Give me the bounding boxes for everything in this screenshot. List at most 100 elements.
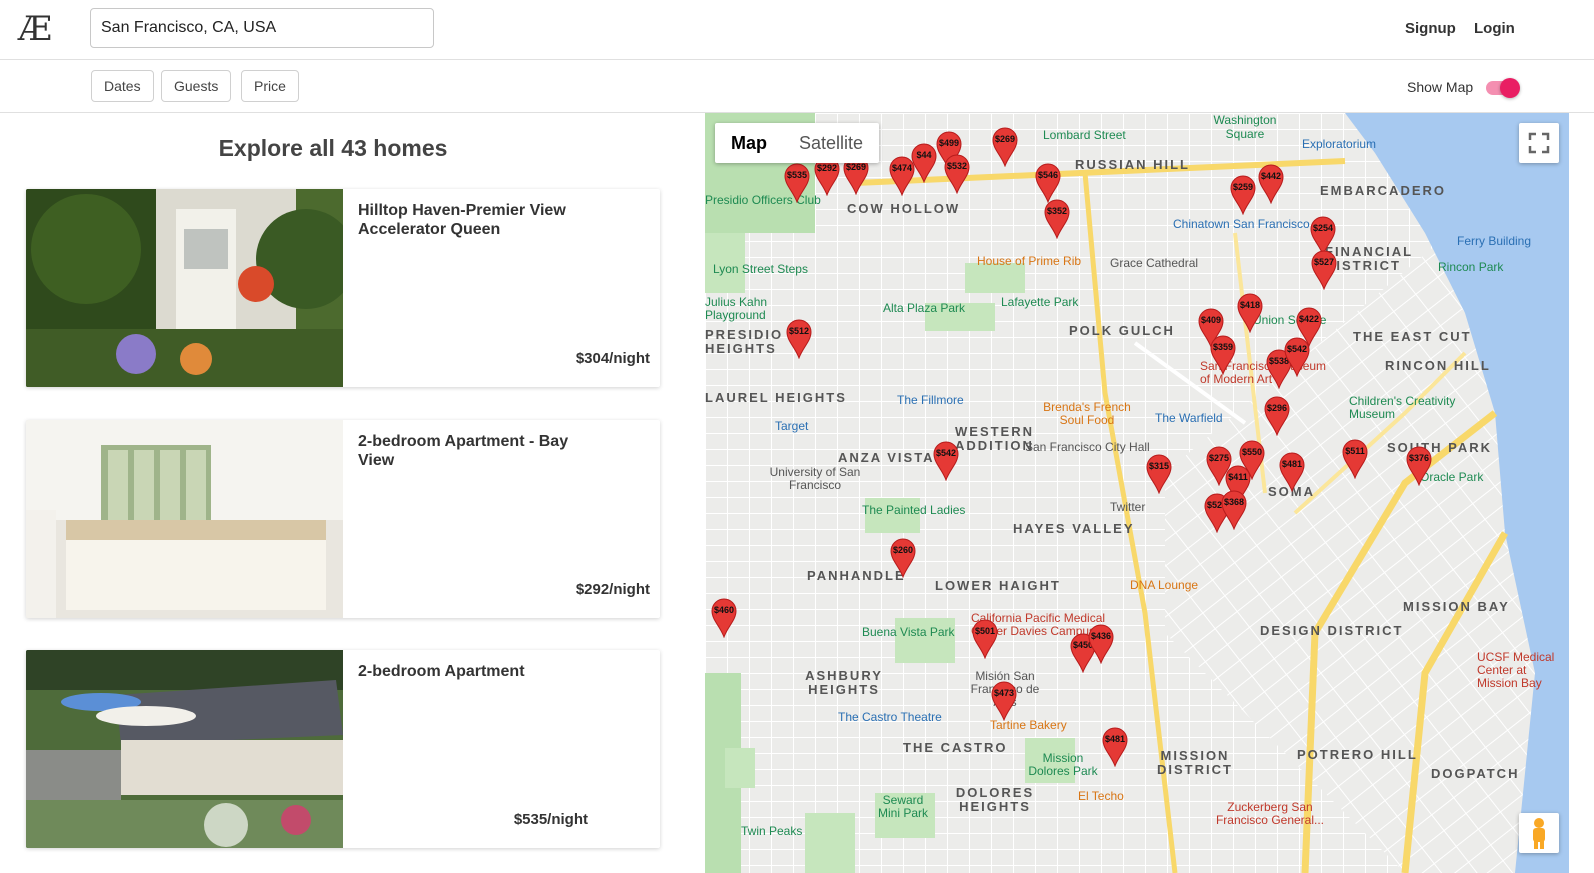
price-marker[interactable]: $315 [1145,454,1173,494]
map-pin-icon [1311,250,1337,290]
price-marker[interactable]: $352 [1043,199,1071,239]
price-marker[interactable]: $296 [1263,396,1291,436]
map-pin-icon [1230,175,1256,215]
price-marker[interactable]: $542 [1283,337,1311,377]
map-pin-icon [991,681,1017,721]
price-marker-label: $254 [1312,223,1334,233]
map-type-control: Map Satellite [715,123,880,163]
price-marker[interactable]: $460 [710,598,738,638]
price-marker-label: $542 [935,448,957,458]
price-marker-label: $352 [1046,206,1068,216]
price-marker-label: $275 [1208,453,1230,463]
listings-panel: Explore all 43 homes Hilltop Haven-Premi… [0,113,704,873]
price-marker[interactable]: $442 [1257,164,1285,204]
price-marker[interactable]: $376 [1405,446,1433,486]
price-marker-label: $481 [1104,734,1126,744]
street-view-pegman[interactable] [1519,813,1559,853]
map-neighborhood-label: POTRERO HILL [1297,747,1418,762]
map-neighborhood-label: EMBARCADERO [1320,183,1446,198]
map-place-label: University of San Francisco [769,465,861,492]
map-pin-icon [784,163,810,203]
price-filter-button[interactable]: Price [241,70,299,102]
map-place-label: Rincon Park [1438,260,1504,274]
price-marker[interactable]: $473 [990,681,1018,721]
map-pin-icon [1035,163,1061,203]
fullscreen-button[interactable] [1519,123,1559,163]
dates-filter-button[interactable]: Dates [91,70,154,102]
login-link[interactable]: Login [1474,20,1515,37]
listing-card[interactable]: Hilltop Haven-Premier View Accelerator Q… [26,189,660,387]
fullscreen-icon [1528,132,1550,154]
price-marker-label: $501 [974,626,996,636]
price-marker[interactable]: $511 [1341,439,1369,479]
price-marker[interactable]: $481 [1101,727,1129,767]
map-pin-icon [933,441,959,481]
map-view[interactable]: RUSSIAN HILL COW HOLLOW EMBARCADERO FINA… [705,113,1569,873]
price-marker-label: $376 [1408,453,1430,463]
map-tab[interactable]: Map [715,123,783,163]
map-place-label: Mission Dolores Park [1028,751,1098,778]
map-place-label: Washington Square [1213,113,1277,141]
price-marker-label: $296 [1266,403,1288,413]
price-marker[interactable]: $269 [991,127,1019,167]
listing-card[interactable]: 2-bedroom Apartment $535/night [26,650,660,848]
price-marker[interactable]: $481 [1278,452,1306,492]
listing-photo [26,420,343,618]
listing-price: $535/night [513,811,588,828]
map-pin-icon [1088,624,1114,664]
map-place-label: Lyon Street Steps [713,262,808,276]
map-pin-icon [1342,439,1368,479]
map-neighborhood-label: THE EAST CUT [1353,329,1472,344]
map-pin-icon [911,143,937,183]
signup-link[interactable]: Signup [1405,20,1456,37]
map-place-label: The Fillmore [897,393,964,407]
map-place-label: Target [775,419,809,433]
listing-price: $304/night [575,350,650,367]
show-map-toggle[interactable] [1486,78,1520,98]
price-marker-label: $260 [892,545,914,555]
price-marker[interactable]: $359 [1209,335,1237,375]
map-pin-icon [1406,446,1432,486]
price-marker-label: $481 [1281,459,1303,469]
price-marker-label: $511 [1345,446,1365,456]
price-marker[interactable]: $436 [1087,624,1115,664]
listing-title: 2-bedroom Apartment [358,663,525,680]
guests-filter-button[interactable]: Guests [161,70,232,102]
price-marker[interactable]: $44 [910,143,938,183]
price-marker[interactable]: $501 [971,619,999,659]
price-marker-label: $411 [1228,472,1248,482]
map-neighborhood-label: DOLORES HEIGHTS [955,785,1035,814]
price-marker[interactable]: $260 [889,538,917,578]
location-search-input[interactable] [90,8,434,48]
map-pin-icon [1237,293,1263,333]
price-marker-label: $546 [1037,170,1059,180]
listing-title: Hilltop Haven-Premier View Accelerator Q… [358,202,566,238]
map-neighborhood-label: DOGPATCH [1431,766,1520,781]
price-marker[interactable]: $368 [1220,490,1248,530]
map-neighborhood-label: COW HOLLOW [847,201,961,216]
price-marker-label: $409 [1200,315,1222,325]
map-pin-icon [972,619,998,659]
map-pin-icon [1102,727,1128,767]
map-neighborhood-label: ANZA VISTA [838,450,935,465]
listing-card[interactable]: 2-bedroom Apartment - Bay View $292/nigh… [26,420,660,618]
price-marker[interactable]: $532 [943,154,971,194]
price-marker[interactable]: $418 [1236,293,1264,333]
price-marker[interactable]: $512 [785,319,813,359]
map-pin-icon [1264,396,1290,436]
price-marker[interactable]: $527 [1310,250,1338,290]
map-place-label: Julius Kahn Playground [705,295,768,322]
map-pin-icon [711,598,737,638]
map-place-label: Grace Cathedral [1110,256,1199,270]
price-marker[interactable]: $542 [932,441,960,481]
price-marker[interactable]: $535 [783,163,811,203]
brand-logo[interactable]: Æ [18,9,52,49]
map-place-label: El Techo [1078,789,1124,803]
map-place-label: Exploratorium [1302,137,1377,151]
price-marker[interactable]: $259 [1229,175,1257,215]
map-place-label: Lafayette Park [1001,295,1079,309]
price-marker[interactable]: $546 [1034,163,1062,203]
price-marker-label: $535 [786,170,808,180]
map-pin-icon [1221,490,1247,530]
satellite-tab[interactable]: Satellite [783,123,879,163]
